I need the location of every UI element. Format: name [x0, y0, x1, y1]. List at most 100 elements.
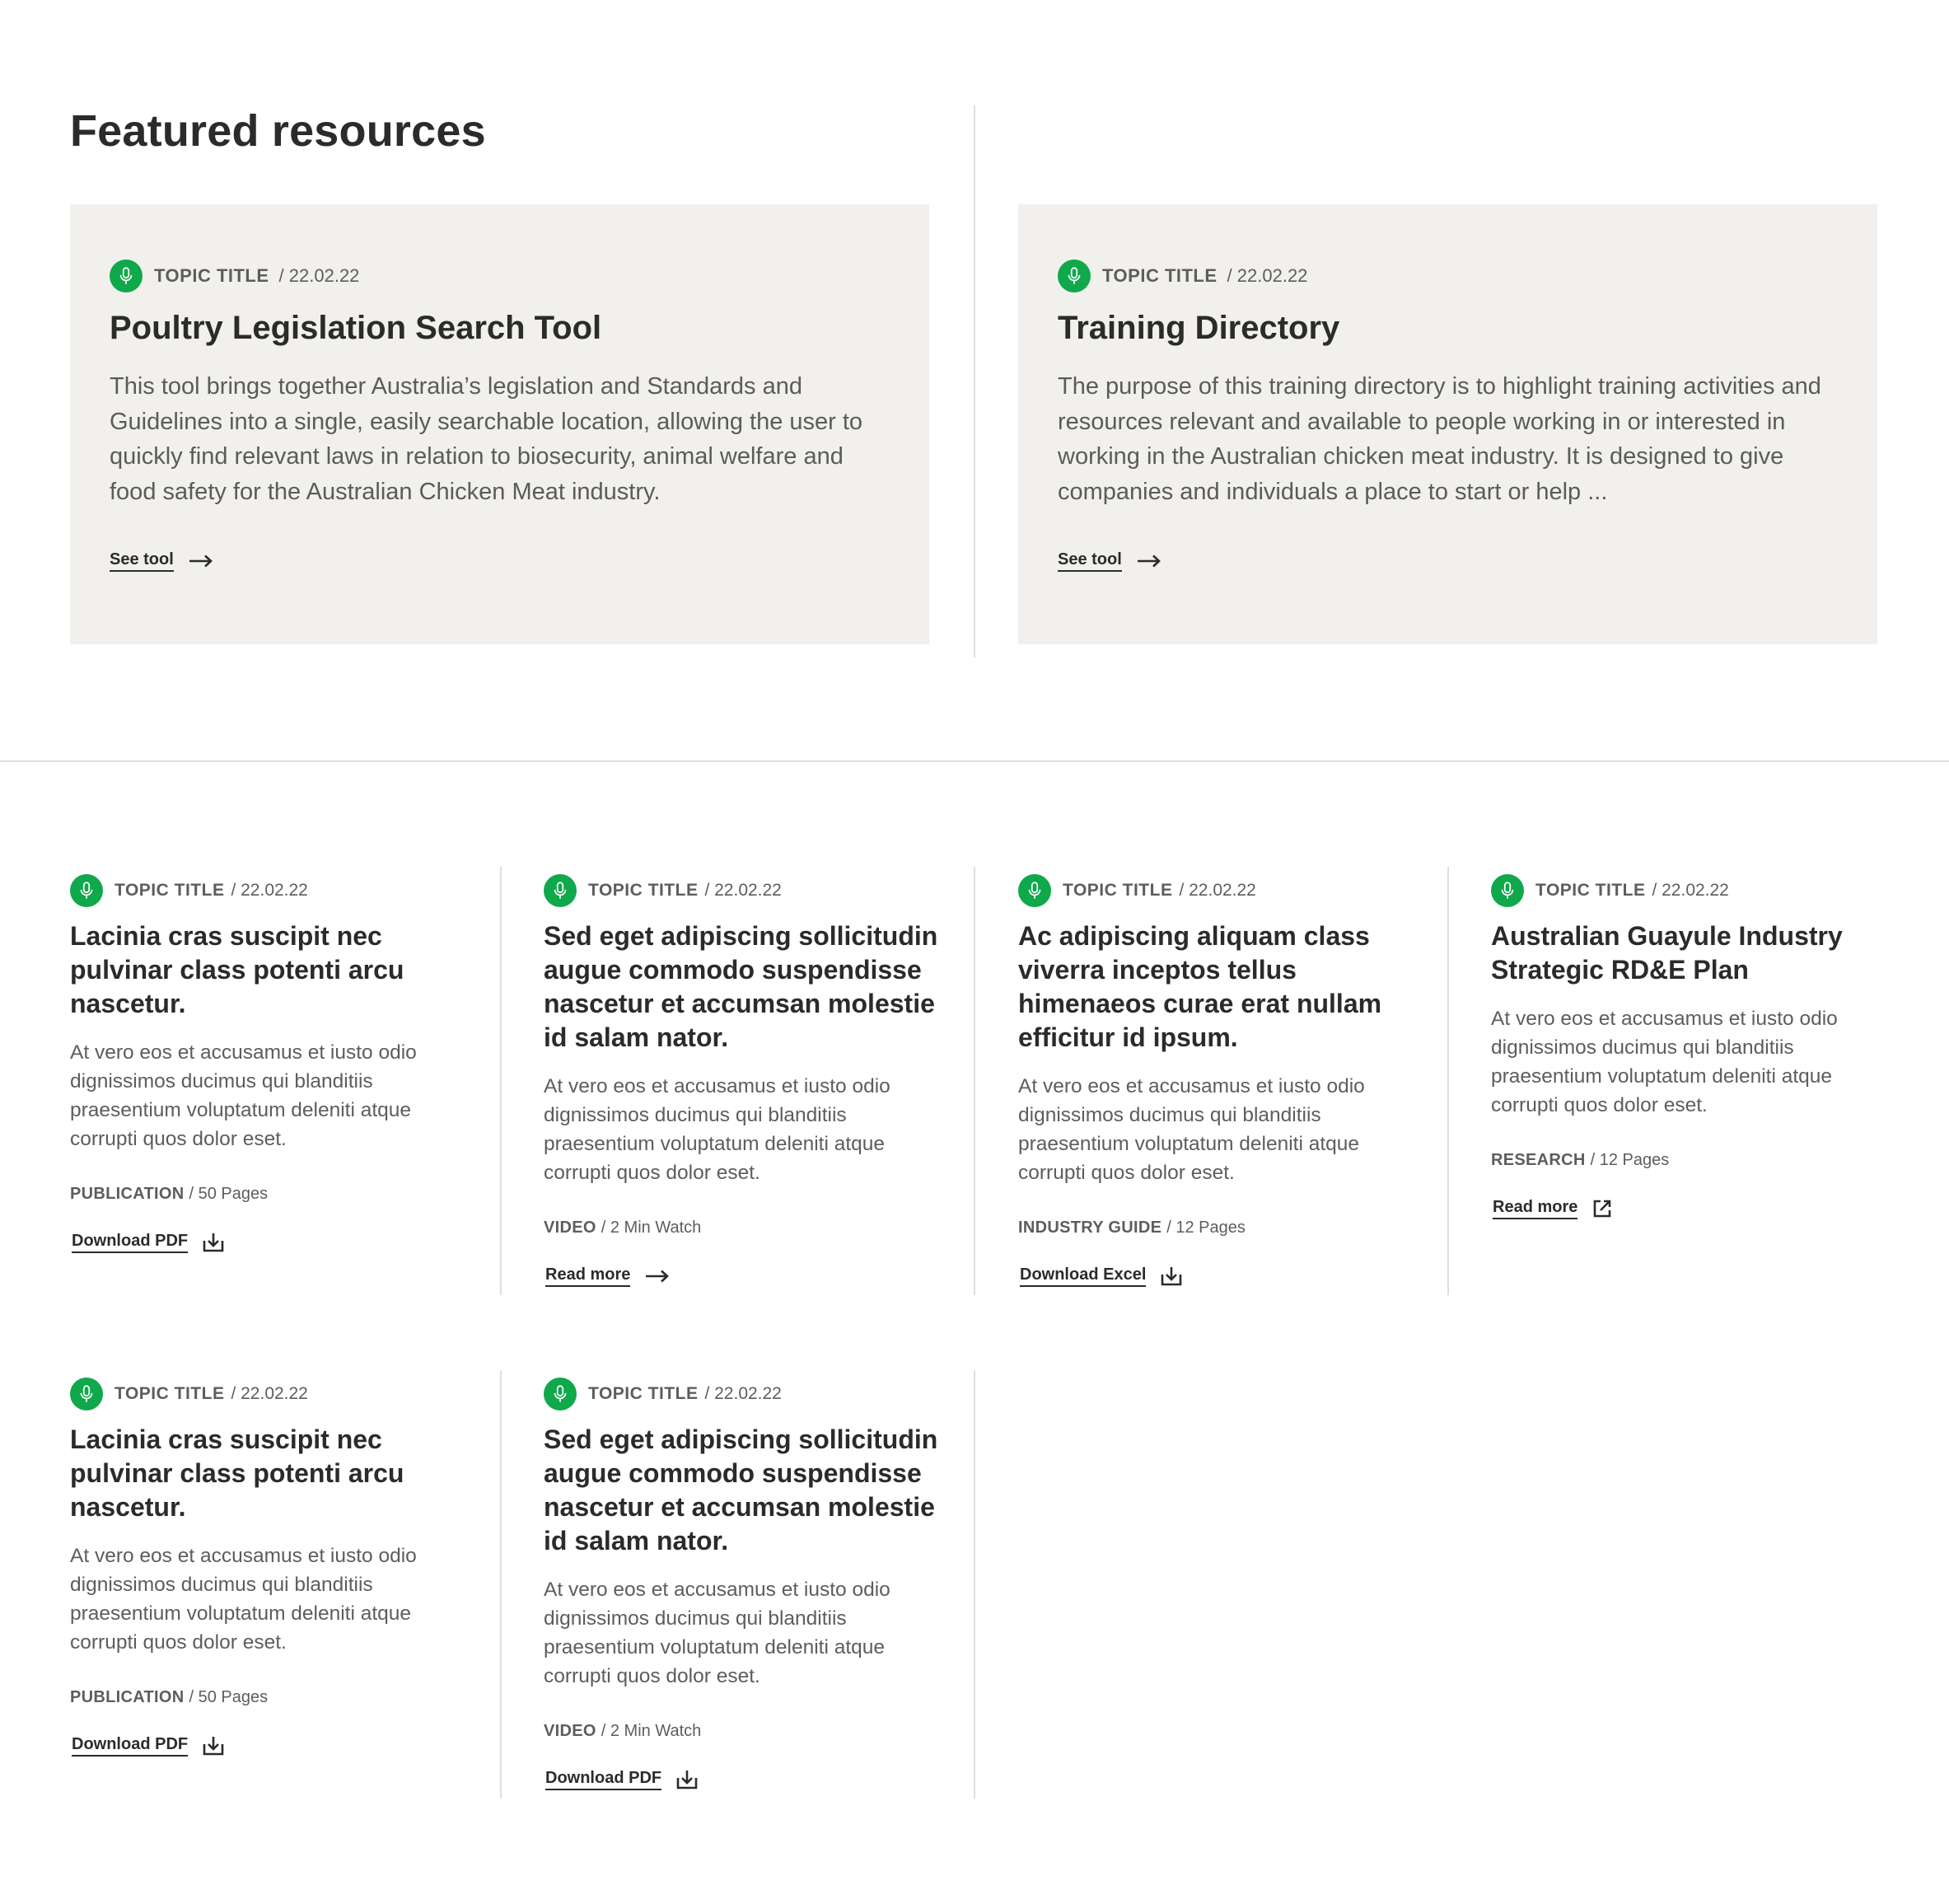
download-icon: [203, 1736, 224, 1756]
read-more-link[interactable]: Read more: [1493, 1198, 1612, 1219]
topic-title: TOPIC TITLE: [588, 1384, 699, 1403]
card-title: Lacinia cras suscipit nec pulvinar class…: [70, 921, 404, 1018]
cta-label: See tool: [1058, 550, 1122, 572]
topic-title: TOPIC TITLE: [115, 1384, 225, 1403]
column-divider: [1447, 867, 1449, 1295]
topic-date: / 22.02.22: [1227, 265, 1308, 286]
resource-type: INDUSTRY GUIDE / 12 Pages: [1018, 1219, 1246, 1237]
card-title: Sed eget adipiscing sollicitudin augue c…: [544, 921, 938, 1052]
card-description: At vero eos et accusamus et iusto odio d…: [1018, 1075, 1365, 1184]
microphone-icon: [544, 1378, 577, 1410]
topic-title: TOPIC TITLE: [1535, 881, 1646, 900]
card-title: Lacinia cras suscipit nec pulvinar class…: [70, 1424, 404, 1522]
topic-title: TOPIC TITLE: [1102, 265, 1218, 286]
read-more-link[interactable]: Read more: [545, 1265, 670, 1287]
type-label: VIDEO: [544, 1219, 596, 1237]
see-tool-link[interactable]: See tool: [1058, 550, 1161, 572]
card-meta: TOPIC TITLE / 22.02.22: [70, 1377, 308, 1411]
column-divider: [974, 1370, 975, 1799]
download-excel-link[interactable]: Download Excel: [1020, 1265, 1182, 1287]
featured-title: Training Directory: [1058, 310, 1340, 346]
microphone-icon: [1491, 874, 1524, 907]
download-icon: [1161, 1266, 1182, 1286]
cta-label: Download PDF: [72, 1232, 189, 1253]
topic-title: TOPIC TITLE: [1063, 881, 1173, 900]
type-label: RESEARCH: [1491, 1151, 1586, 1169]
column-divider: [500, 1370, 502, 1799]
topic-date: / 22.02.22: [278, 265, 360, 286]
type-label: PUBLICATION: [70, 1688, 185, 1706]
topic-date: / 22.02.22: [1179, 881, 1256, 900]
card-meta: TOPIC TITLE / 22.02.22: [110, 259, 359, 293]
type-label: VIDEO: [544, 1722, 596, 1740]
resource-type: VIDEO / 2 Min Watch: [544, 1219, 701, 1237]
cta-label: See tool: [110, 550, 174, 572]
cta-label: Download Excel: [1020, 1265, 1147, 1287]
see-tool-link[interactable]: See tool: [110, 550, 213, 572]
resource-type: PUBLICATION / 50 Pages: [70, 1688, 268, 1707]
card-title: Sed eget adipiscing sollicitudin augue c…: [544, 1424, 938, 1555]
featured-divider: [974, 105, 975, 657]
arrow-right-icon: [1137, 554, 1161, 568]
card-title: Ac adipiscing aliquam class viverra ince…: [1018, 921, 1382, 1052]
featured-description: This tool brings together Australia’s le…: [110, 373, 863, 505]
topic-date: / 22.02.22: [231, 1384, 308, 1403]
card-description: At vero eos et accusamus et iusto odio d…: [544, 1075, 890, 1184]
card-description: At vero eos et accusamus et iusto odio d…: [70, 1545, 417, 1654]
column-divider: [500, 867, 502, 1295]
arrow-right-icon: [189, 554, 213, 568]
type-detail: / 12 Pages: [1590, 1151, 1670, 1169]
topic-title: TOPIC TITLE: [154, 265, 269, 286]
featured-description: The purpose of this training directory i…: [1058, 373, 1821, 505]
topic-title: TOPIC TITLE: [588, 881, 699, 900]
microphone-icon: [1058, 260, 1091, 292]
cta-label: Read more: [1493, 1198, 1578, 1219]
card-meta: TOPIC TITLE / 22.02.22: [1018, 873, 1256, 908]
card-meta: TOPIC TITLE / 22.02.22: [544, 873, 782, 908]
microphone-icon: [70, 874, 103, 907]
section-divider: [0, 760, 1949, 762]
column-divider: [974, 867, 975, 1295]
page-title: Featured resources: [70, 106, 486, 156]
type-label: INDUSTRY GUIDE: [1018, 1219, 1162, 1237]
cta-label: Download PDF: [72, 1735, 189, 1757]
microphone-icon: [110, 260, 143, 292]
external-link-icon: [1592, 1199, 1612, 1219]
arrow-right-icon: [645, 1270, 670, 1283]
cta-label: Read more: [545, 1265, 631, 1287]
card-meta: TOPIC TITLE / 22.02.22: [1491, 873, 1729, 908]
download-pdf-link[interactable]: Download PDF: [72, 1735, 224, 1757]
download-pdf-link[interactable]: Download PDF: [545, 1769, 698, 1790]
download-icon: [203, 1233, 224, 1252]
featured-title: Poultry Legislation Search Tool: [110, 310, 602, 346]
resource-type: RESEARCH / 12 Pages: [1491, 1151, 1669, 1170]
featured-card: TOPIC TITLE / 22.02.22 Poultry Legislati…: [70, 204, 929, 644]
type-detail: / 50 Pages: [189, 1688, 269, 1706]
download-pdf-link[interactable]: Download PDF: [72, 1232, 224, 1253]
topic-title: TOPIC TITLE: [115, 881, 225, 900]
topic-date: / 22.02.22: [1652, 881, 1729, 900]
cta-label: Download PDF: [545, 1769, 662, 1790]
type-detail: / 2 Min Watch: [601, 1219, 702, 1237]
topic-date: / 22.02.22: [704, 881, 782, 900]
type-detail: / 12 Pages: [1166, 1219, 1246, 1237]
card-description: At vero eos et accusamus et iusto odio d…: [1491, 1008, 1838, 1116]
resource-type: PUBLICATION / 50 Pages: [70, 1185, 268, 1204]
microphone-icon: [1018, 874, 1051, 907]
topic-date: / 22.02.22: [704, 1384, 782, 1403]
download-icon: [676, 1770, 698, 1789]
microphone-icon: [70, 1378, 103, 1410]
card-meta: TOPIC TITLE / 22.02.22: [1058, 259, 1307, 293]
type-detail: / 50 Pages: [189, 1185, 269, 1203]
card-description: At vero eos et accusamus et iusto odio d…: [544, 1579, 890, 1687]
type-detail: / 2 Min Watch: [601, 1722, 702, 1740]
card-meta: TOPIC TITLE / 22.02.22: [544, 1377, 782, 1411]
topic-date: / 22.02.22: [231, 881, 308, 900]
resource-type: VIDEO / 2 Min Watch: [544, 1722, 701, 1741]
card-title: Australian Guayule Industry Strategic RD…: [1491, 921, 1843, 985]
featured-card: TOPIC TITLE / 22.02.22 Training Director…: [1018, 204, 1877, 644]
type-label: PUBLICATION: [70, 1185, 185, 1203]
microphone-icon: [544, 874, 577, 907]
card-description: At vero eos et accusamus et iusto odio d…: [70, 1041, 417, 1150]
card-meta: TOPIC TITLE / 22.02.22: [70, 873, 308, 908]
